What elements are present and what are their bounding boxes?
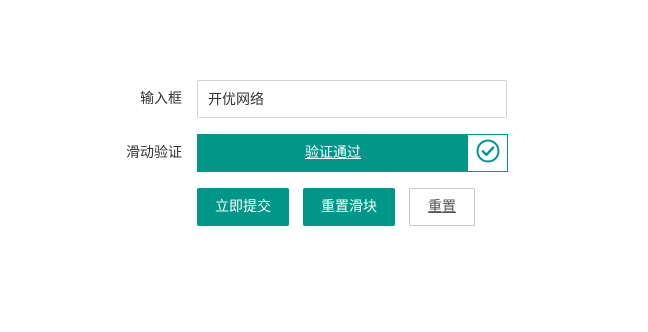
slider-handle[interactable] — [467, 135, 507, 171]
slider-label: 滑动验证 — [126, 145, 182, 161]
text-input-field[interactable] — [197, 80, 507, 118]
check-circle-icon — [476, 139, 500, 167]
submit-button[interactable]: 立即提交 — [197, 188, 289, 226]
verification-form: 输入框 滑动验证 验证通过 立即提交 重置滑块 重置 — [0, 0, 648, 332]
input-label: 输入框 — [140, 91, 182, 107]
reset-button[interactable]: 重置 — [409, 188, 475, 226]
slider-status-text: 验证通过 — [305, 145, 361, 161]
slide-verify-track[interactable]: 验证通过 — [197, 134, 508, 172]
reset-slider-button[interactable]: 重置滑块 — [303, 188, 395, 226]
